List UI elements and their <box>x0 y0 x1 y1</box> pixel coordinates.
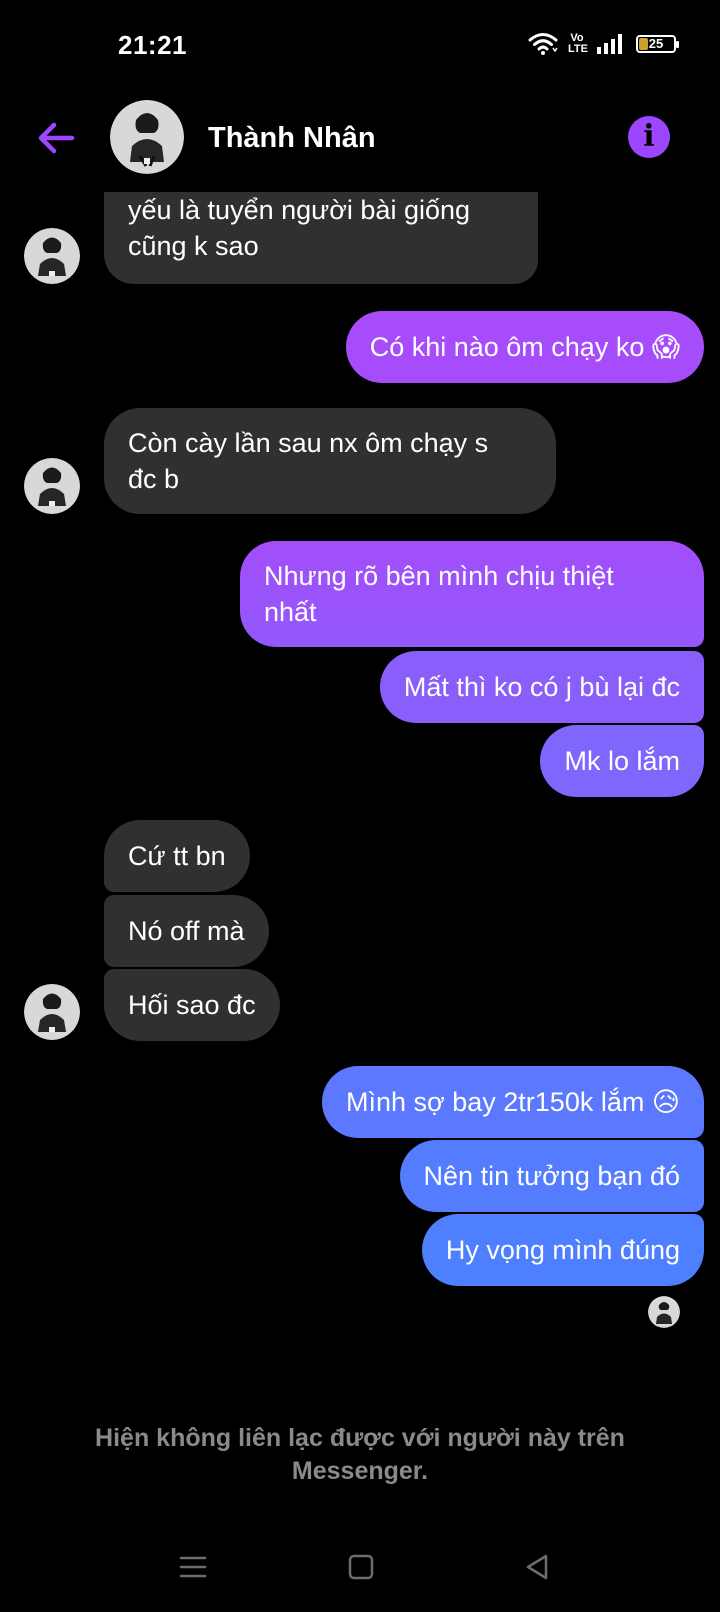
message-bubble-outgoing[interactable]: Nhưng rõ bên mình chịu thiệt nhất <box>240 541 704 647</box>
menu-icon[interactable] <box>176 1550 210 1584</box>
unavailable-notice: Hiện không liên lạc được với người này t… <box>0 1422 720 1488</box>
contact-name[interactable]: Thành Nhân <box>208 122 376 155</box>
message-bubble-outgoing[interactable]: Mk lo lắm <box>540 725 704 797</box>
message-text: Hy vọng mình đúng <box>445 1235 680 1265</box>
message-bubble-incoming[interactable]: Nó off mà <box>104 895 269 967</box>
message-list: yếu là tuyển người bài giống cũng k sao … <box>0 192 720 1522</box>
message-text: Nên tin tưởng bạn đó <box>423 1161 680 1191</box>
message-line: đc b <box>128 464 180 494</box>
message-text: Mất thì ko có j bù lại đc <box>403 672 680 702</box>
status-icons: Vo LTE 25 <box>528 28 679 60</box>
message-bubble-outgoing[interactable]: Mất thì ko có j bù lại đc <box>379 651 704 723</box>
volte-icon: Vo LTE <box>568 32 588 55</box>
seen-indicator-avatar <box>648 1296 680 1328</box>
status-time: 21:21 <box>118 30 187 60</box>
message-text: Có khi nào ôm chạy ko 😱 <box>369 332 680 362</box>
message-line: cũng k sao <box>128 231 259 261</box>
message-line: Còn cày lần sau nx ôm chạy s <box>128 428 489 458</box>
sender-avatar[interactable] <box>24 458 80 514</box>
message-text: Nó off mà <box>128 916 245 946</box>
sender-avatar[interactable] <box>24 984 80 1040</box>
notice-line: Messenger. <box>291 1457 429 1485</box>
message-line: yếu là tuyển người bài giống <box>128 195 471 225</box>
back-triangle-icon[interactable] <box>520 1550 554 1584</box>
message-bubble-incoming[interactable]: Còn cày lần sau nx ôm chạy s đc b <box>104 408 556 514</box>
arrow-left-icon[interactable] <box>32 114 80 162</box>
message-bubble-outgoing[interactable]: Nên tin tưởng bạn đó <box>399 1140 704 1212</box>
notice-line: Hiện không liên lạc được với người này t… <box>95 1424 625 1452</box>
message-text: Hối sao đc <box>128 990 256 1020</box>
message-bubble-incoming[interactable]: Hối sao đc <box>104 969 280 1041</box>
chat-header: Thành Nhân i <box>0 92 720 192</box>
message-bubble-outgoing[interactable]: Có khi nào ôm chạy ko 😱 <box>345 311 704 383</box>
message-line: Nhưng rõ bên mình chịu thiệt <box>264 561 614 591</box>
message-bubble-outgoing[interactable]: Mình sợ bay 2tr150k lắm 😥 <box>322 1066 704 1138</box>
message-text: Mk lo lắm <box>564 746 680 776</box>
wifi-icon <box>528 33 558 55</box>
info-icon[interactable]: i <box>628 116 670 158</box>
message-bubble-incoming[interactable]: yếu là tuyển người bài giống cũng k sao <box>104 192 538 284</box>
message-line: nhất <box>264 597 317 627</box>
sender-avatar[interactable] <box>24 228 80 284</box>
signal-icon <box>597 34 622 54</box>
home-icon[interactable] <box>344 1550 378 1584</box>
system-nav-bar <box>0 1522 720 1612</box>
contact-avatar[interactable] <box>110 100 184 174</box>
message-text: Mình sợ bay 2tr150k lắm 😥 <box>346 1087 680 1117</box>
battery-icon: 25 <box>636 35 679 53</box>
status-bar: 21:21 Vo LTE 25 <box>0 0 720 92</box>
message-bubble-incoming[interactable]: Cứ tt bn <box>104 820 250 892</box>
message-bubble-outgoing[interactable]: Hy vọng mình đúng <box>421 1214 704 1286</box>
battery-level: 25 <box>648 36 664 51</box>
message-text: Cứ tt bn <box>128 841 226 871</box>
